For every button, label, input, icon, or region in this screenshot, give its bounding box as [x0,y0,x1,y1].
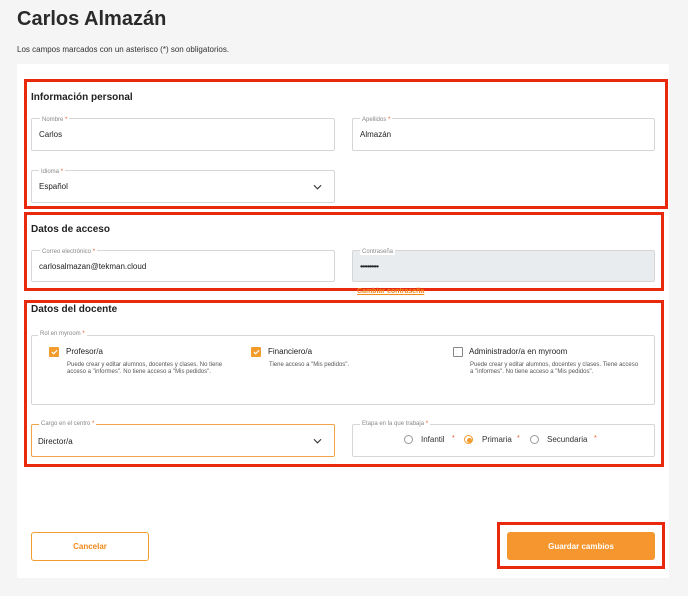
role-teacher-checkbox[interactable] [49,347,59,357]
first-name-field[interactable]: Nombre * Carlos [31,117,335,151]
check-icon [253,349,260,355]
stage-infantil-req: * [452,435,455,442]
personal-info-title: Información personal [31,92,133,103]
email-label: Correo electrónico * [40,249,98,255]
page-title: Carlos Almazán [17,8,167,30]
first-name-value: Carlos [39,130,63,139]
stage-infantil-radio[interactable] [404,435,413,444]
stage-secundaria-label: Secundaria [547,435,588,444]
role-admin-desc: Puede crear y editar alumnos, docentes y… [470,362,639,375]
stage-secundaria-req: * [594,435,597,442]
last-name-label: Apellidos * [360,117,393,123]
position-value: Director/a [38,437,73,446]
stage-secundaria-radio[interactable] [530,435,539,444]
email-value: carlosalmazan@tekman.cloud [39,262,147,271]
chevron-down-icon [313,438,322,444]
role-finance-desc: Tiene acceso a "Mis pedidos". [269,362,350,368]
role-admin-label: Administrador/a en myroom [469,347,568,356]
position-select[interactable]: Cargo en el centro * Director/a [31,421,335,457]
change-password-link[interactable]: Cambiar contraseña [357,288,424,295]
stage-primaria-req: * [517,435,520,442]
check-icon [51,349,58,355]
required-fields-note: Los campos marcados con un asterisco (*)… [17,45,230,54]
teacher-title: Datos del docente [31,304,118,315]
language-value: Español [39,182,68,191]
last-name-field[interactable]: Apellidos * Almazán [352,117,655,151]
stage-primaria-radio[interactable] [464,435,473,444]
password-field: Contraseña •••••••••• [352,249,655,282]
role-teacher-label: Profesor/a [66,347,103,356]
stage-infantil-label: Infantil [421,435,445,444]
cancel-button[interactable]: Cancelar [31,532,149,561]
last-name-value: Almazán [360,130,392,139]
language-label: Idioma * [39,169,66,175]
role-admin-checkbox[interactable] [453,347,463,357]
save-button[interactable]: Guardar cambios [507,532,655,560]
password-label: Contraseña [360,249,396,255]
role-finance-label: Financiero/a [268,347,313,356]
role-group-label: Rol en myroom * [38,331,87,337]
chevron-down-icon [313,184,322,190]
email-field[interactable]: Correo electrónico * carlosalmazan@tekma… [31,249,335,282]
access-title: Datos de acceso [31,224,110,235]
stage-label: Etapa en la que trabaja * [360,421,431,427]
stage-primaria-label: Primaria [482,435,512,444]
language-select[interactable]: Idioma * Español [31,169,335,203]
position-label: Cargo en el centro * [39,421,97,427]
role-finance-checkbox[interactable] [251,347,261,357]
role-teacher-desc: Puede crear y editar alumnos, docentes y… [67,362,223,375]
first-name-label: Nombre * [40,117,70,123]
password-value: •••••••••• [360,262,379,271]
